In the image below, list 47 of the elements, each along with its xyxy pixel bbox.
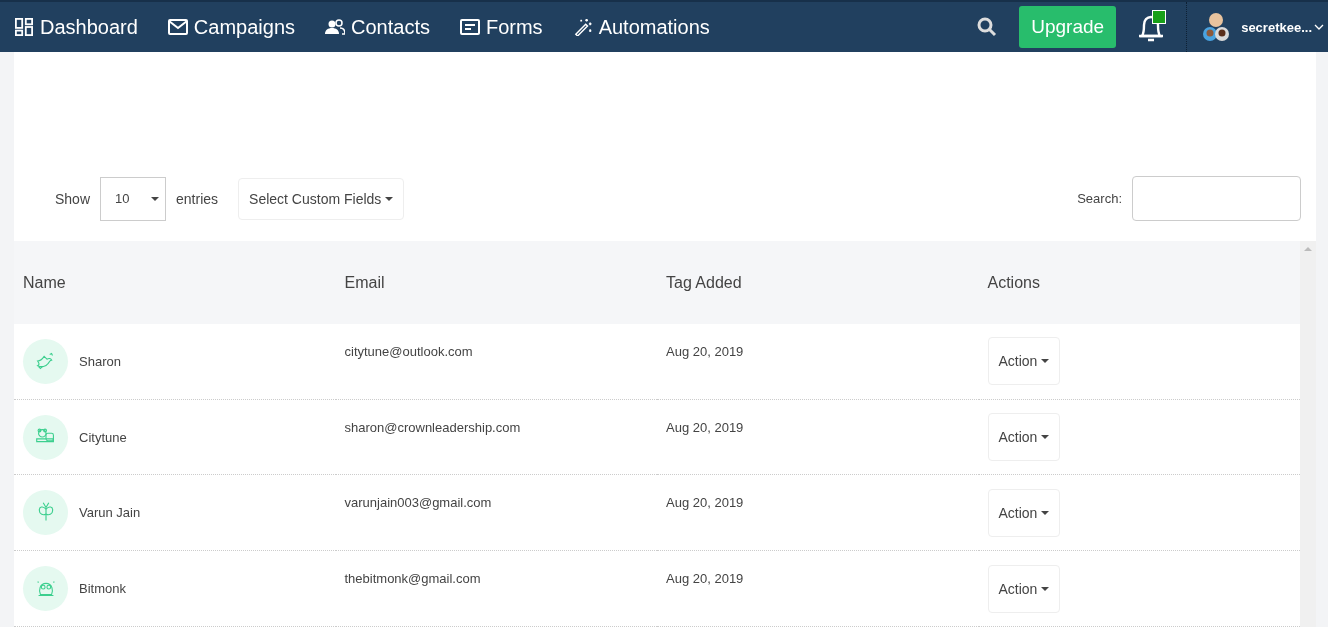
email-text: varunjain003@gmail.com [344,494,492,511]
email-text: thebitmonk@gmail.com [344,570,481,587]
animal-avatar-icon [23,338,68,384]
date-text: Aug 20, 2019 [666,343,744,359]
contact-name: Sharon [79,353,121,369]
contact-name: Varun Jain [79,505,141,521]
email-text: sharon@crownleadership.com [344,418,521,435]
nav-link[interactable]: Contacts [325,15,430,39]
user-menu[interactable]: secretkee... [1241,19,1324,35]
custom-fields-dropdown[interactable]: Select Custom Fields [238,177,405,220]
mail-icon [167,18,188,36]
date-text: Aug 20, 2019 [666,570,744,587]
animal-avatar-icon [23,414,68,460]
people-icon [325,18,345,36]
action-dropdown[interactable]: Action [987,488,1061,537]
nav-link[interactable]: Campaigns [167,15,295,39]
magic-wand-icon [572,18,593,36]
caret-icon [151,196,160,201]
entries-label: entries [176,190,219,207]
column-header: Email [335,241,657,324]
nav-link[interactable]: Dashboard [14,15,138,39]
animal-avatar-icon [23,490,68,536]
show-label: Show [55,190,91,207]
form-icon [459,18,480,36]
scrollbar[interactable] [1300,241,1316,627]
nav-link[interactable]: Forms [459,15,543,39]
action-dropdown[interactable]: Action [987,413,1061,462]
search-label: Search: [1077,191,1122,206]
page-size-select[interactable]: 10 [100,176,167,221]
notification-bell-icon[interactable] [1136,10,1167,44]
date-text: Aug 20, 2019 [666,494,744,511]
nav-link[interactable]: Automations [572,15,710,39]
action-dropdown[interactable]: Action [987,564,1061,613]
search-field[interactable] [1132,176,1301,221]
contact-name: Bitmonk [79,581,126,597]
date-text: Aug 20, 2019 [666,418,744,435]
column-header: Tag Added [657,241,979,324]
email-text: citytune@outlook.com [344,343,473,359]
chevron-down-icon[interactable] [1314,23,1324,31]
animal-avatar-icon [23,566,68,612]
column-header: Actions [978,241,1300,324]
user-avatar-icon[interactable] [1201,12,1232,42]
dashboard-icon [14,18,34,36]
column-header: Name [14,241,336,324]
search-icon[interactable] [977,17,998,37]
contact-name: Citytune [79,429,127,445]
action-dropdown[interactable]: Action [987,337,1061,386]
